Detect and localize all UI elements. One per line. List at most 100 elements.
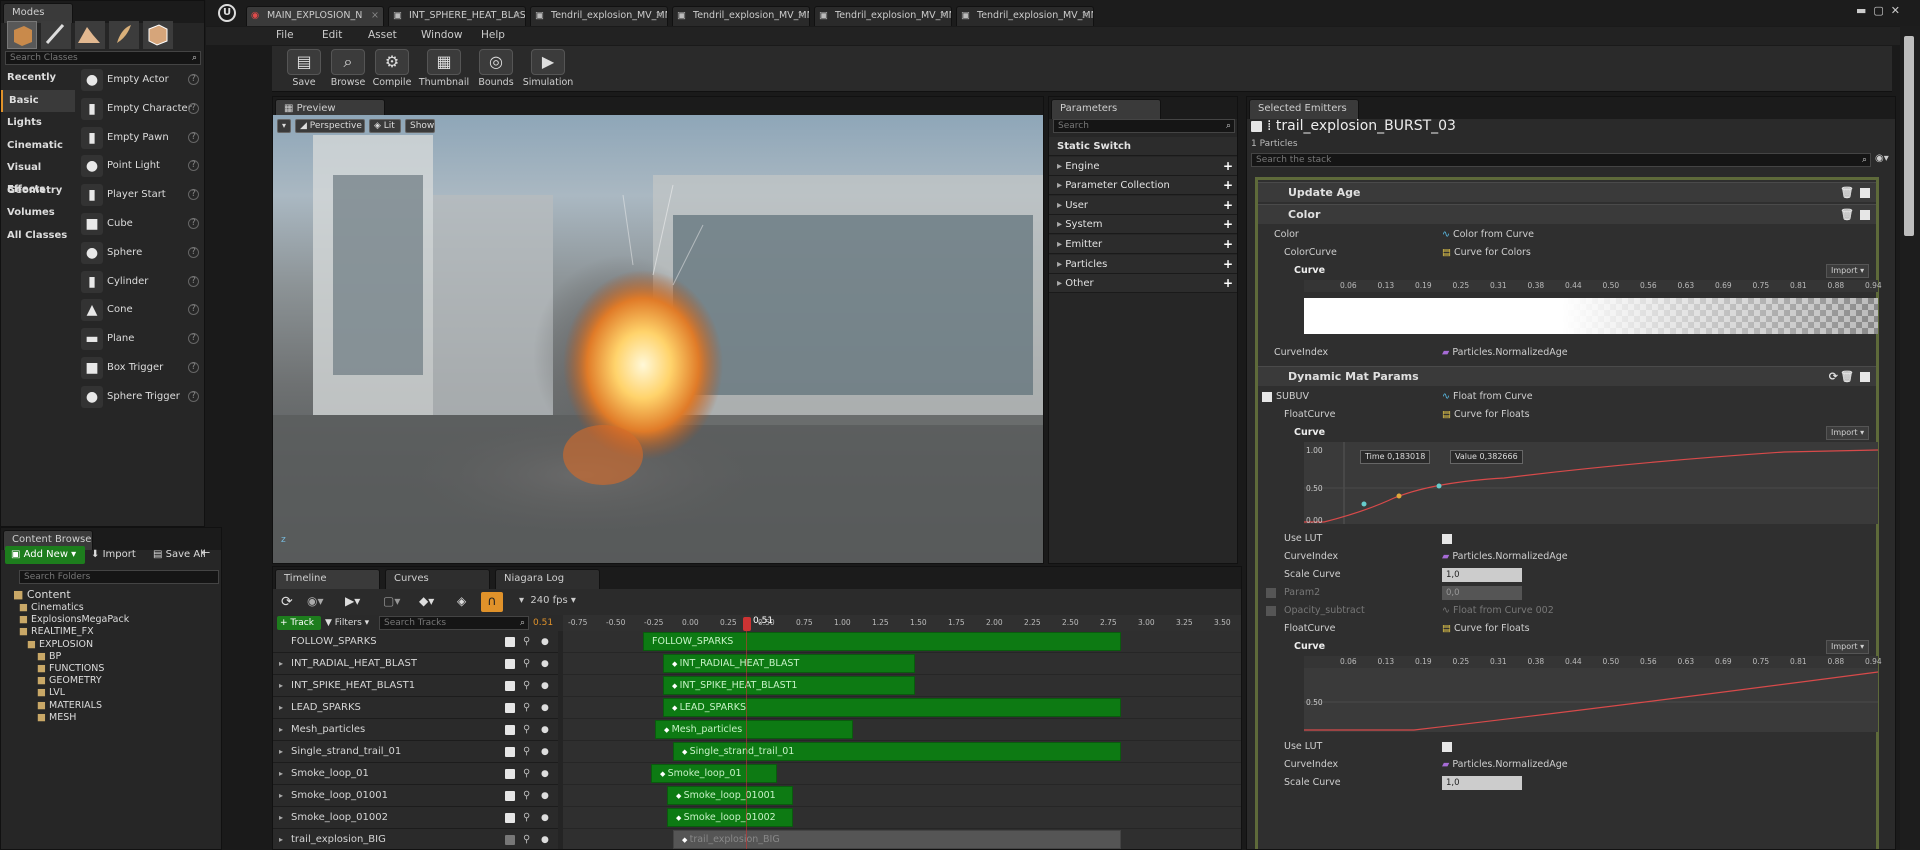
use-lut-row[interactable]: Use LUT [1258, 530, 1876, 548]
track-enabled-checkbox[interactable] [505, 835, 515, 845]
add-parameter-icon[interactable]: + [1223, 196, 1233, 215]
solo-icon[interactable]: ● [541, 719, 549, 741]
tag-icon[interactable]: ◈ [457, 594, 466, 608]
folder-functions[interactable]: ■ FUNCTIONS [37, 663, 104, 674]
track-bar-follow-sparks[interactable]: FOLLOW_SPARKS [643, 632, 1121, 651]
help-icon[interactable]: ? [188, 246, 199, 258]
param-static-switch[interactable]: Static Switch [1049, 137, 1237, 156]
track-enabled-checkbox[interactable] [505, 659, 515, 669]
track-enabled-checkbox[interactable] [505, 725, 515, 735]
filters-button[interactable]: ▼ Filters ▾ [325, 616, 369, 630]
use-lut-checkbox-2[interactable] [1442, 742, 1452, 752]
add-parameter-icon[interactable]: + [1223, 176, 1233, 195]
menu-window[interactable]: Window [421, 29, 462, 41]
close-tab-icon[interactable]: × [939, 7, 947, 25]
mode-category-geometry[interactable]: Geometry [1, 180, 75, 202]
toolbar-thumbnail-button[interactable]: ▦ Thumbnail [418, 47, 470, 91]
add-parameter-icon[interactable]: + [1223, 215, 1233, 234]
folder-explosion[interactable]: ■ EXPLOSION [27, 639, 93, 650]
pin-icon[interactable]: ⚲ [523, 719, 530, 741]
mode-item-sphere[interactable]: ● Sphere? [77, 240, 203, 268]
mode-item-point-light[interactable]: ● Point Light? [77, 153, 203, 181]
color-header[interactable]: Color 🗑 [1258, 204, 1876, 224]
help-icon[interactable]: ? [188, 160, 199, 172]
param-parameter-collection[interactable]: ▸ Parameter Collection + [1049, 176, 1237, 196]
param2-row[interactable]: Param2 0,0 [1258, 584, 1876, 602]
use-lut-row-2[interactable]: Use LUT [1258, 738, 1876, 756]
track-bar-smoke-loop-01001[interactable]: ◆ Smoke_loop_01001 [667, 786, 793, 805]
document-tab-3[interactable]: ▣ Tendril_explosion_MV_MN × [530, 6, 668, 26]
document-tab-4[interactable]: ▣ Tendril_explosion_MV_MN × [672, 6, 810, 26]
mode-item-sphere-trigger[interactable]: ● Sphere Trigger? [77, 384, 203, 412]
fps-dropdown[interactable]: ▾ 240 fps ▾ [519, 595, 576, 606]
add-parameter-icon[interactable]: + [1223, 235, 1233, 254]
place-mode-icon[interactable] [7, 21, 37, 49]
folder-lvl[interactable]: ■ LVL [37, 687, 65, 698]
selection-icon[interactable]: ▢▾ [383, 594, 400, 608]
foliage-mode-icon[interactable] [109, 21, 139, 49]
search-tracks-input[interactable]: Search Tracks ⌕ [379, 616, 529, 630]
mode-category-recently-placed[interactable]: Recently Placed [1, 67, 75, 105]
param2-input[interactable]: 0,0 [1442, 586, 1522, 600]
track-enabled-checkbox[interactable] [505, 747, 515, 757]
help-icon[interactable]: ? [188, 131, 199, 143]
mode-item-box-trigger[interactable]: ■ Box Trigger? [77, 355, 203, 383]
help-icon[interactable]: ? [188, 102, 199, 114]
close-tab-icon[interactable]: × [371, 7, 379, 25]
menu-asset[interactable]: Asset [368, 29, 397, 41]
track-enabled-checkbox[interactable] [505, 791, 515, 801]
modes-tab[interactable]: Modes [3, 3, 73, 23]
subuv-curve-row[interactable]: Curve Import ▾ [1258, 424, 1876, 442]
pin-icon[interactable]: ⚲ [523, 785, 530, 807]
value-field[interactable]: Value 0,382666 [1450, 450, 1523, 464]
opacity-checkbox[interactable] [1266, 606, 1276, 616]
track-bar-mesh-particles[interactable]: ◆ Mesh_particles [655, 720, 853, 739]
solo-icon[interactable]: ● [541, 741, 549, 763]
track-bar-single-strand-trail-01[interactable]: ◆ Single_strand_trail_01 [673, 742, 1121, 761]
document-tab-5[interactable]: ▣ Tendril_explosion_MV_MN × [814, 6, 952, 26]
track-row-smoke-loop-01[interactable]: ▸ Smoke_loop_01 ⚲ ● [273, 763, 558, 785]
help-icon[interactable]: ? [188, 275, 199, 287]
solo-icon[interactable]: ● [541, 763, 549, 785]
color-curve-row[interactable]: Curve Import ▾ [1258, 262, 1876, 280]
track-bar-smoke-loop-01[interactable]: ◆ Smoke_loop_01 [651, 764, 777, 783]
opacity-row[interactable]: Opacity_subtract ∿ Float from Curve 002 [1258, 602, 1876, 620]
track-row-mesh-particles[interactable]: ▸ Mesh_particles ⚲ ● [273, 719, 558, 741]
right-scrollbar[interactable] [1900, 26, 1920, 850]
curveindex-row-2[interactable]: CurveIndex ▰ Particles.NormalizedAge [1258, 548, 1876, 566]
track-row-lead-sparks[interactable]: ▸ LEAD_SPARKS ⚲ ● [273, 697, 558, 719]
subuv-curve-graph[interactable]: 1.00 0.50 0.00 Time 0,183018 Value 0,382… [1304, 442, 1879, 525]
track-enabled-checkbox[interactable] [505, 681, 515, 691]
delete-icon[interactable]: 🗑 [1840, 367, 1854, 387]
import-button[interactable]: ⬇ Import [91, 546, 147, 564]
back-arrow-icon[interactable]: ← [201, 546, 210, 559]
subuv-row[interactable]: SUBUV ∿ Float from Curve [1258, 388, 1876, 406]
close-tab-icon[interactable]: × [655, 7, 663, 25]
floatcurve-row[interactable]: FloatCurve ▤ Curve for Floats [1258, 406, 1876, 424]
search-classes-input[interactable]: Search Classes ⌕ [5, 51, 201, 65]
search-folders-input[interactable]: Search Folders [19, 570, 219, 584]
folder-mesh[interactable]: ■ MESH [37, 712, 76, 723]
toolbar-bounds-button[interactable]: ◎ Bounds [470, 47, 522, 91]
timeline-tab-niagara-log[interactable]: Niagara Log [495, 569, 600, 589]
viewport-options-button[interactable]: ▾ [277, 119, 291, 133]
mode-item-cone[interactable]: ▲ Cone? [77, 297, 203, 325]
eye-icon[interactable]: ◉▾ [307, 594, 324, 608]
play-icon[interactable]: ▶▾ [345, 594, 360, 608]
param-engine[interactable]: ▸ Engine + [1049, 156, 1237, 176]
param-other[interactable]: ▸ Other + [1049, 274, 1237, 294]
enabled-checkbox[interactable] [1860, 372, 1870, 382]
help-icon[interactable]: ? [188, 304, 199, 316]
import-dropdown[interactable]: Import ▾ [1826, 264, 1870, 278]
solo-icon[interactable]: ● [541, 697, 549, 719]
param-system[interactable]: ▸ System + [1049, 215, 1237, 235]
update-age-header[interactable]: Update Age 🗑 [1258, 182, 1876, 202]
close-tab-icon[interactable]: × [513, 7, 521, 25]
close-tab-icon[interactable]: × [1081, 7, 1089, 25]
scale-curve-input-2[interactable]: 1,0 [1442, 776, 1522, 790]
subuv-checkbox[interactable] [1262, 392, 1272, 402]
help-icon[interactable]: ? [188, 74, 199, 85]
opacity-curve-graph[interactable]: 0.50 [1304, 668, 1879, 732]
pin-icon[interactable]: ⚲ [523, 807, 530, 829]
track-row-trail-explosion-big[interactable]: ▸ trail_explosion_BIG ⚲ ● [273, 829, 558, 849]
